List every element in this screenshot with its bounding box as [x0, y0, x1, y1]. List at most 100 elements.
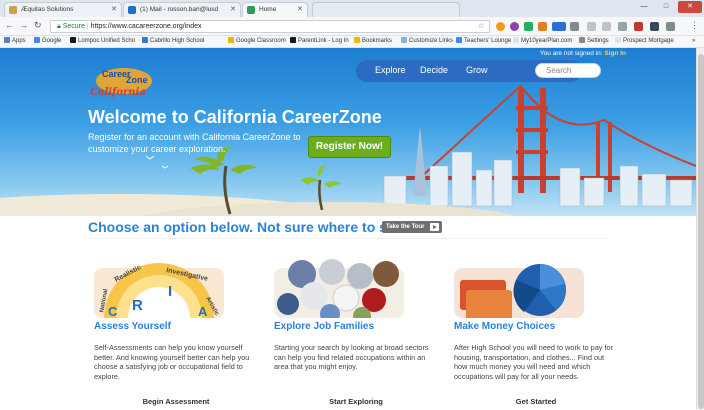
bookmark-item[interactable]: Google: [34, 36, 61, 47]
bookmark-item[interactable]: My10yearPlan.com: [513, 36, 572, 47]
nav-grow[interactable]: Grow: [466, 65, 488, 75]
bookmark-item[interactable]: ParentLink - Log In: [290, 36, 349, 47]
bookmarks-bar: Apps Google Lompoc Unified Scho Cabrillo…: [0, 36, 704, 48]
hero-title: Welcome to California CareerZone: [88, 107, 382, 127]
url-text: https://www.cacareerzone.org/index: [90, 23, 202, 30]
more-bookmarks-icon[interactable]: »: [692, 36, 695, 47]
riasec-letter: I: [168, 283, 172, 300]
back-icon[interactable]: ←: [5, 20, 14, 30]
new-tab-button[interactable]: [312, 2, 460, 17]
register-now-button[interactable]: Register Now!: [308, 136, 391, 158]
browser-tab-strip: Æquitas Solutions ✕ (1) Mail - rosson.ba…: [0, 0, 704, 17]
extension-icon[interactable]: [524, 22, 533, 31]
get-started-button[interactable]: Get Started: [454, 397, 618, 406]
play-icon: [430, 223, 439, 231]
hero-subtitle: Register for an account with California …: [88, 132, 301, 154]
tab-label: (1) Mail - rosson.bari@lusd: [140, 6, 219, 13]
page-icon: [615, 37, 621, 43]
bookmark-icon: [228, 37, 234, 43]
card-description: Self-Assessments can help you know yours…: [94, 343, 250, 381]
tab-label: Home: [259, 6, 277, 13]
bookmark-icon: [70, 37, 76, 43]
hero-banner: You are not signed in: Sign In Explore D…: [0, 48, 696, 216]
gear-icon: [579, 37, 585, 43]
apps-icon: [4, 37, 10, 43]
page-scrollbar[interactable]: [696, 48, 704, 410]
choose-heading: Choose an option below. Not sure where t…: [88, 219, 419, 235]
logo-graphic: Career Zone California: [90, 68, 152, 98]
bookmark-apps[interactable]: Apps: [4, 36, 26, 47]
lock-icon: 🔒︎: [57, 23, 61, 30]
close-tab-icon[interactable]: ✕: [230, 3, 236, 16]
close-window-icon[interactable]: ✕: [678, 1, 702, 13]
bookmark-icon: [290, 37, 296, 43]
riasec-letter: A: [198, 304, 208, 318]
extension-icon[interactable]: [602, 22, 611, 31]
address-toolbar: ← → ↻ 🔒︎ Secure | https://www.cacareerzo…: [0, 17, 704, 36]
extension-icon[interactable]: [650, 22, 659, 31]
page-icon: [513, 37, 519, 43]
riasec-wheel-image[interactable]: R I A C Realistic Investigative Artistic…: [94, 258, 224, 318]
begin-assessment-button[interactable]: Begin Assessment: [94, 397, 258, 406]
reload-icon[interactable]: ↻: [34, 20, 42, 31]
bookmark-icon: [142, 37, 148, 43]
card-description: Starting your search by looking at broad…: [274, 343, 429, 371]
bookmark-item[interactable]: Google Classroom: [228, 36, 286, 47]
nav-explore[interactable]: Explore: [375, 65, 406, 75]
nav-decide[interactable]: Decide: [420, 65, 448, 75]
mail-icon: [128, 6, 136, 14]
sign-in-link[interactable]: Sign In: [604, 50, 626, 57]
bookmark-item[interactable]: Cabrillo High School: [142, 36, 204, 47]
extension-icon[interactable]: [570, 22, 579, 31]
google-icon: [34, 37, 40, 43]
bookmark-item[interactable]: Prospect Mortgage: [615, 36, 674, 47]
page-icon: [9, 6, 17, 14]
bookmark-item[interactable]: Lompoc Unified Scho: [70, 36, 135, 47]
extension-icon[interactable]: [618, 22, 627, 31]
close-tab-icon[interactable]: ✕: [297, 3, 303, 16]
assess-yourself-link[interactable]: Assess Yourself: [94, 321, 171, 332]
google-icon: [456, 37, 462, 43]
browser-tab[interactable]: (1) Mail - rosson.bari@lusd ✕: [123, 2, 241, 17]
star-icon: [354, 37, 360, 43]
close-tab-icon[interactable]: ✕: [111, 3, 117, 16]
divider: [88, 238, 608, 239]
bookmark-item[interactable]: Bookmarks: [354, 36, 392, 47]
bookmark-star-icon[interactable]: ☆: [478, 21, 484, 32]
signin-status: You are not signed in: Sign In: [539, 50, 626, 57]
riasec-letter: R: [132, 297, 143, 314]
scrollbar-thumb[interactable]: [698, 54, 704, 409]
menu-icon[interactable]: ⋮: [690, 20, 699, 31]
bookmark-item[interactable]: Teachers' Lounge: [456, 36, 511, 47]
extension-icon[interactable]: [587, 22, 596, 31]
search-input[interactable]: Search: [535, 63, 601, 78]
extension-icon[interactable]: [510, 22, 519, 31]
make-money-choices-link[interactable]: Make Money Choices: [454, 321, 555, 332]
careerzone-icon: [247, 6, 255, 14]
logo-zone: Zone: [126, 75, 148, 85]
bookmark-item[interactable]: Settings: [579, 36, 609, 47]
minimize-icon[interactable]: —: [634, 1, 654, 13]
extension-icon[interactable]: [666, 22, 675, 31]
take-the-tour-button[interactable]: Take the Tour: [382, 221, 442, 233]
choose-option-bar: Choose an option below. Not sure where t…: [88, 216, 696, 238]
extension-icon[interactable]: [496, 22, 505, 31]
bookmark-icon: [401, 37, 407, 43]
job-families-image[interactable]: [274, 258, 404, 318]
bookmark-item[interactable]: Customize Links: [401, 36, 453, 47]
start-exploring-button[interactable]: Start Exploring: [274, 397, 438, 406]
forward-icon[interactable]: →: [19, 20, 28, 30]
browser-tab-active[interactable]: Home ✕: [242, 2, 308, 17]
extension-icon[interactable]: [634, 22, 643, 31]
card-description: After High School you will need to work …: [454, 343, 613, 381]
address-bar[interactable]: 🔒︎ Secure | https://www.cacareerzone.org…: [50, 20, 490, 33]
explore-job-families-link[interactable]: Explore Job Families: [274, 321, 374, 332]
secure-label: Secure: [62, 23, 85, 30]
careerzone-logo[interactable]: Career Zone California: [88, 63, 162, 99]
extension-icon[interactable]: [538, 22, 547, 31]
extension-icon[interactable]: [552, 22, 566, 31]
money-choices-image[interactable]: [454, 258, 584, 318]
browser-tab[interactable]: Æquitas Solutions ✕: [4, 2, 122, 17]
tab-label: Æquitas Solutions: [21, 6, 74, 13]
maximize-icon[interactable]: □: [656, 1, 676, 13]
